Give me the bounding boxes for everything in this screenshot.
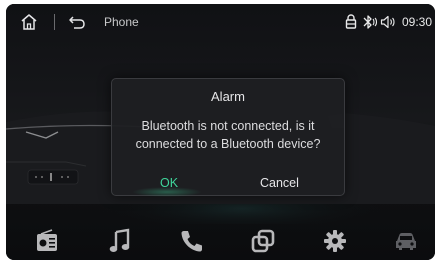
status-divider: [54, 14, 55, 30]
infotainment-screen: Phone 09:30 Alarm Bluetooth is not conne…: [6, 4, 435, 260]
back-icon[interactable]: [68, 14, 86, 30]
dialog-title: Alarm: [211, 89, 245, 104]
apps-icon[interactable]: [250, 228, 276, 254]
bluetooth-icon: [363, 15, 378, 29]
car-icon[interactable]: [393, 228, 419, 254]
ok-button[interactable]: OK: [160, 175, 178, 191]
radio-icon[interactable]: [34, 228, 60, 254]
lock-icon: [345, 14, 357, 29]
music-icon[interactable]: [107, 228, 133, 254]
alarm-dialog: Alarm Bluetooth is not connected, is it …: [111, 78, 345, 197]
settings-icon[interactable]: [322, 228, 348, 254]
app-title: Phone: [104, 15, 139, 29]
dialog-message: Bluetooth is not connected, is it connec…: [118, 117, 338, 153]
phone-icon[interactable]: [179, 228, 205, 254]
dialog-message-line1: Bluetooth is not connected, is it: [141, 119, 315, 133]
clock: 09:30: [402, 15, 433, 29]
bottom-dock: [6, 224, 435, 260]
home-icon[interactable]: [20, 13, 38, 31]
volume-icon: [380, 15, 395, 29]
dialog-message-line2: connected to a Bluetooth device?: [135, 137, 321, 151]
cancel-button[interactable]: Cancel: [260, 175, 299, 191]
status-bar: Phone 09:30: [6, 4, 435, 40]
